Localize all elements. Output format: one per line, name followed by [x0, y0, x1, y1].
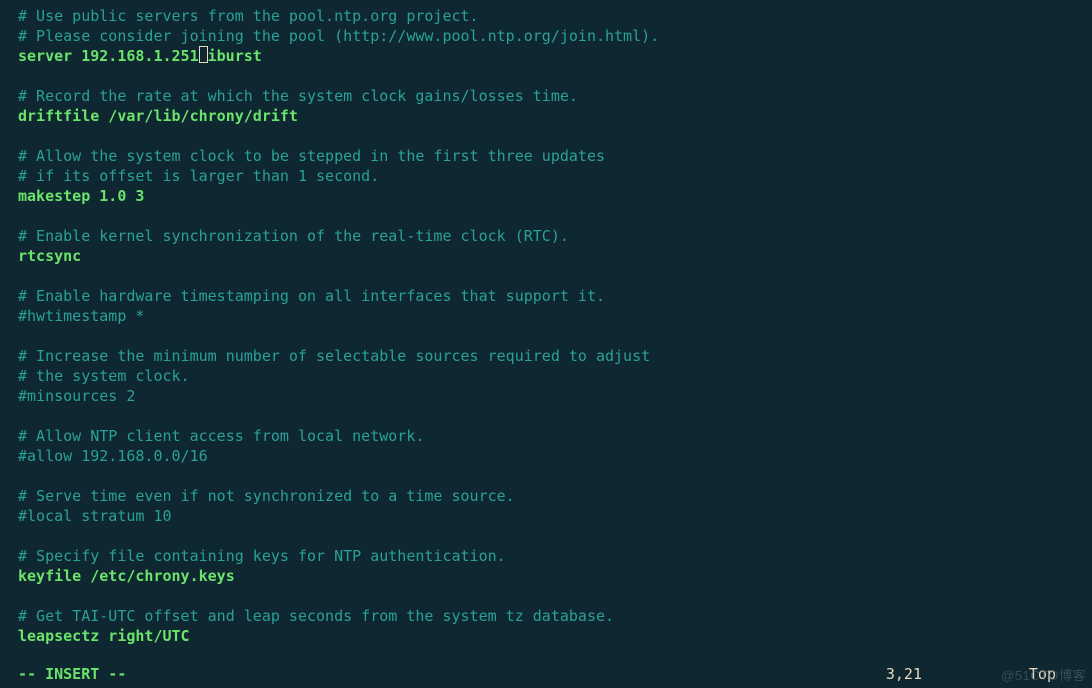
editor-line[interactable]: # Use public servers from the pool.ntp.o… [18, 6, 1084, 26]
vim-mode-indicator: -- INSERT -- [18, 664, 126, 684]
editor-line[interactable]: leapsectz right/UTC [18, 626, 1084, 646]
editor-line[interactable]: # Increase the minimum number of selecta… [18, 346, 1084, 366]
comment-text: #allow 192.168.0.0/16 [18, 447, 208, 465]
comment-text: #minsources 2 [18, 387, 135, 405]
text-cursor [199, 46, 208, 63]
editor-line[interactable]: rtcsync [18, 246, 1084, 266]
editor-line[interactable]: # the system clock. [18, 366, 1084, 386]
comment-text: # Enable hardware timestamping on all in… [18, 287, 605, 305]
comment-text: # Get TAI-UTC offset and leap seconds fr… [18, 607, 614, 625]
editor-line[interactable]: server 192.168.1.251 iburst [18, 46, 1084, 66]
comment-text: #hwtimestamp * [18, 307, 144, 325]
editor-line[interactable]: # Allow NTP client access from local net… [18, 426, 1084, 446]
editor-line[interactable] [18, 66, 1084, 86]
directive-text: leapsectz right/UTC [18, 627, 190, 645]
editor-line[interactable]: #allow 192.168.0.0/16 [18, 446, 1084, 466]
editor-line[interactable] [18, 586, 1084, 606]
cursor-position: 3,21 [886, 664, 922, 684]
comment-text: # Use public servers from the pool.ntp.o… [18, 7, 479, 25]
editor-line[interactable]: #hwtimestamp * [18, 306, 1084, 326]
editor-line[interactable]: driftfile /var/lib/chrony/drift [18, 106, 1084, 126]
directive-text: keyfile /etc/chrony.keys [18, 567, 235, 585]
comment-text: # the system clock. [18, 367, 190, 385]
comment-text: # if its offset is larger than 1 second. [18, 167, 379, 185]
editor-line[interactable]: # Allow the system clock to be stepped i… [18, 146, 1084, 166]
comment-text: #local stratum 10 [18, 507, 172, 525]
comment-text: # Enable kernel synchronization of the r… [18, 227, 569, 245]
editor-line[interactable] [18, 326, 1084, 346]
editor-line[interactable]: # Please consider joining the pool (http… [18, 26, 1084, 46]
editor-line[interactable] [18, 406, 1084, 426]
directive-text: rtcsync [18, 247, 81, 265]
editor-line[interactable]: # Specify file containing keys for NTP a… [18, 546, 1084, 566]
editor-line[interactable]: # Record the rate at which the system cl… [18, 86, 1084, 106]
comment-text: # Specify file containing keys for NTP a… [18, 547, 506, 565]
directive-text: makestep 1.0 3 [18, 187, 144, 205]
editor-viewport[interactable]: # Use public servers from the pool.ntp.o… [18, 6, 1084, 684]
comment-text: # Allow NTP client access from local net… [18, 427, 424, 445]
directive-text: driftfile /var/lib/chrony/drift [18, 107, 298, 125]
editor-line[interactable]: # Enable kernel synchronization of the r… [18, 226, 1084, 246]
editor-line[interactable]: # Enable hardware timestamping on all in… [18, 286, 1084, 306]
editor-line[interactable]: keyfile /etc/chrony.keys [18, 566, 1084, 586]
editor-line[interactable]: #local stratum 10 [18, 506, 1084, 526]
directive-suffix: iburst [208, 47, 262, 65]
editor-line[interactable] [18, 646, 1084, 666]
editor-line[interactable] [18, 126, 1084, 146]
editor-line[interactable]: # Serve time even if not synchronized to… [18, 486, 1084, 506]
editor-line[interactable]: makestep 1.0 3 [18, 186, 1084, 206]
editor-line[interactable] [18, 206, 1084, 226]
comment-text: # Increase the minimum number of selecta… [18, 347, 650, 365]
comment-text: # Serve time even if not synchronized to… [18, 487, 515, 505]
editor-line[interactable]: # Get TAI-UTC offset and leap seconds fr… [18, 606, 1084, 626]
comment-text: # Allow the system clock to be stepped i… [18, 147, 605, 165]
editor-line[interactable]: #minsources 2 [18, 386, 1084, 406]
watermark-text: @51CTO博客 [1001, 666, 1086, 686]
editor-line[interactable] [18, 526, 1084, 546]
comment-text: # Record the rate at which the system cl… [18, 87, 578, 105]
editor-line[interactable] [18, 266, 1084, 286]
editor-line[interactable]: # if its offset is larger than 1 second. [18, 166, 1084, 186]
editor-line[interactable] [18, 466, 1084, 486]
directive-prefix: server 192.168.1.251 [18, 47, 199, 65]
comment-text: # Please consider joining the pool (http… [18, 27, 659, 45]
